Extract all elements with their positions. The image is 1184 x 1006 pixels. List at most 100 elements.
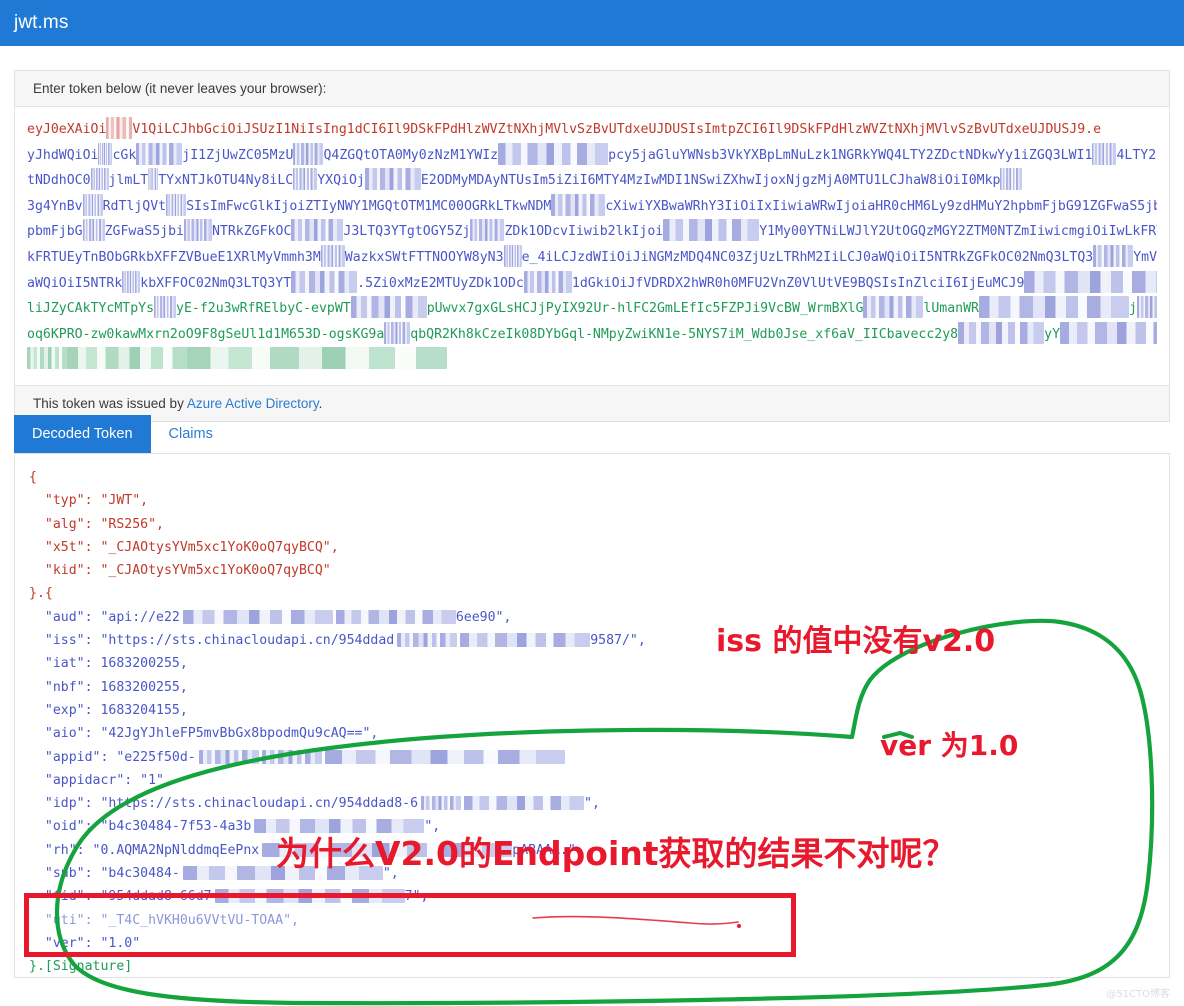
decoded-line-tail: ", bbox=[424, 819, 441, 835]
decoded-line-text: }.{ bbox=[29, 586, 53, 602]
token-fragment: oq6KPRO-zw0kawMxrn2oO9F8gSeUl1d1M653D-og… bbox=[27, 326, 385, 342]
redaction-block bbox=[335, 609, 456, 624]
decoded-line-text: "exp": 1683204155, bbox=[29, 702, 188, 718]
issuer-note-suffix: . bbox=[318, 395, 323, 411]
token-fragment: E2ODMyMDAyNTUsIm5iZiI6MTY4MzIwMDI1NSwiZX… bbox=[420, 173, 1001, 189]
token-fragment: kbXFFOC02NmQ3LTQ3YT bbox=[140, 275, 292, 291]
redaction-block bbox=[154, 296, 177, 319]
decoded-line: "iat": 1683200255, bbox=[29, 652, 1155, 675]
issuer-link[interactable]: Azure Active Directory bbox=[187, 396, 319, 411]
issuer-note-prefix: This token was issued by bbox=[33, 395, 187, 411]
redaction-block bbox=[1136, 296, 1157, 319]
redaction-block bbox=[182, 866, 383, 881]
decoded-line: "iss": "https://sts.chinacloudapi.cn/954… bbox=[29, 629, 1155, 652]
decoded-line-text: "appid": "e225f50d- bbox=[29, 749, 196, 765]
token-line: kFRTUEyTnBObGRkbXFFZVBueE1XRlMyVmmh3M Waz… bbox=[27, 244, 1157, 271]
decoded-line-text: "idp": "https://sts.chinacloudapi.cn/954… bbox=[29, 796, 419, 812]
redaction-block bbox=[498, 142, 609, 165]
token-fragment: WazkxSWtFTTNOOYW8yN3 bbox=[344, 249, 504, 265]
token-fragment: J3LTQ3YTgtOGY5Zj bbox=[343, 224, 471, 240]
decoded-line: "kid": "_CJAOtysYVm5xc1YoK0oQ7qyBCQ" bbox=[29, 559, 1155, 582]
token-fragment: Y1My00YTNiLWJlY2UtOGQzMGY2ZTM0NTZmIiwicm… bbox=[759, 224, 1157, 240]
decoded-line-text: "iss": "https://sts.chinacloudapi.cn/954… bbox=[29, 633, 395, 649]
decoded-line: }.[Signature] bbox=[29, 955, 1155, 977]
token-fragment: pUwvx7gxGLsHCJjPyIX92Ur-hlFC2GmLEfIc5FZP… bbox=[426, 301, 864, 317]
token-fragment: SIsImFwcGlkIjoiZTIyNWY1MGQtOTM1MC00OGRkL… bbox=[186, 198, 552, 214]
token-line: tNDdhOC0 jlmLT TYxNTJkOTU4Ny8iLC YXQiOj E2OD… bbox=[27, 168, 1157, 194]
token-fragment: NTRkZGFkOC bbox=[211, 224, 292, 240]
token-panel: Enter token below (it never leaves your … bbox=[14, 70, 1170, 422]
token-fragment: TYxNTJkOTU4Ny8iLC bbox=[158, 173, 294, 189]
tab-claims[interactable]: Claims bbox=[151, 415, 231, 453]
redaction-block bbox=[978, 296, 1129, 319]
decoded-line-text: "uti": "_T4C_hVKH0u6VVtVU-TOAA", bbox=[29, 912, 299, 928]
token-panel-header: Enter token below (it never leaves your … bbox=[15, 71, 1169, 107]
decoded-line: "sub": "b4c30484- ", bbox=[29, 862, 1155, 885]
decoded-line-text: "rh": "0.AQMA2NpNlddmqEePnx bbox=[29, 842, 260, 858]
redaction-block bbox=[262, 842, 513, 857]
token-fragment: eyJ0eXAiOi bbox=[27, 122, 107, 137]
token-fragment: ZGFwaS5jbi bbox=[104, 224, 184, 240]
decoded-line-tail: 7", bbox=[404, 889, 429, 905]
decoded-line: }.{ bbox=[29, 582, 1155, 605]
redaction-block bbox=[136, 142, 183, 165]
redaction-block bbox=[27, 347, 67, 370]
redaction-block bbox=[82, 193, 103, 216]
token-fragment: lUmanWR bbox=[923, 301, 979, 317]
token-fragment: cGk bbox=[112, 147, 137, 163]
redaction-block bbox=[98, 142, 113, 165]
redaction-block bbox=[291, 219, 344, 242]
redaction-block bbox=[148, 168, 159, 191]
redaction-block bbox=[523, 270, 572, 293]
decoded-line-text: "oid": "b4c30484-7f53-4a3b bbox=[29, 819, 252, 835]
redaction-block bbox=[1093, 244, 1134, 267]
token-fragment: YmVkMi1 bbox=[1133, 249, 1157, 265]
tab-claims-label: Claims bbox=[168, 426, 213, 442]
redaction-block bbox=[320, 244, 345, 267]
decoded-line-tail: 6ee90", bbox=[455, 609, 512, 625]
tab-decoded-token[interactable]: Decoded Token bbox=[14, 415, 151, 453]
redaction-block bbox=[183, 219, 212, 242]
decoded-line-text: "nbf": 1683200255, bbox=[29, 679, 188, 695]
token-fragment: e_4iLCJzdWIiOiJiNGMzMDQ4NC03ZjUzLTRhM2Ii… bbox=[521, 249, 1094, 265]
redaction-block bbox=[384, 321, 411, 344]
redaction-block bbox=[90, 168, 109, 191]
redaction-block bbox=[293, 168, 318, 191]
decoded-line-text: { bbox=[29, 470, 37, 485]
redaction-block bbox=[254, 819, 425, 834]
decoded-line: "idp": "https://sts.chinacloudapi.cn/954… bbox=[29, 792, 1155, 815]
redaction-block bbox=[82, 219, 105, 242]
decoded-token-content: { "typ": "JWT", "alg": "RS256", "x5t": "… bbox=[14, 453, 1170, 978]
decoded-line: "exp": 1683204155, bbox=[29, 699, 1155, 722]
token-line: yJhdWQiOi cGk jI1ZjUwZC05MzU Q4ZGQtOTA0My0z… bbox=[27, 142, 1157, 169]
token-fragment: liJZyCAkTYcMTpYs bbox=[27, 301, 155, 317]
redaction-block bbox=[350, 296, 427, 319]
decoded-line: "aud": "api://e22 6ee90", bbox=[29, 606, 1155, 629]
redaction-block bbox=[958, 321, 1045, 344]
token-fragment: YXQiOj bbox=[317, 173, 365, 189]
token-fragment: 4LTY2ZDc bbox=[1116, 147, 1157, 163]
redaction-block bbox=[261, 749, 322, 764]
redaction-block bbox=[182, 609, 333, 624]
decoded-line: { bbox=[29, 466, 1155, 489]
redaction-block bbox=[1000, 168, 1023, 191]
token-fragment: 1dGkiOiJfVDRDX2hWR0h0MFU2VnZ0VlUtVE9BQSI… bbox=[571, 275, 1025, 291]
token-input[interactable]: eyJ0eXAiOi V1QiLCJhbGciOiJSUzI1NiIsIng1dC… bbox=[15, 107, 1169, 385]
decoded-line-text: "iat": 1683200255, bbox=[29, 656, 188, 672]
decoded-line-tail: pABAAA.", bbox=[512, 842, 584, 858]
token-line: eyJ0eXAiOi V1QiLCJhbGciOiJSUzI1NiIsIng1dC… bbox=[27, 117, 1157, 143]
decoded-line-text: "alg": "RS256", bbox=[29, 516, 164, 532]
decoded-line-tail: ", bbox=[382, 866, 399, 882]
redaction-block bbox=[106, 117, 133, 139]
decoded-line-tail: 9587/", bbox=[590, 633, 646, 649]
decoded-line-text: }.[Signature] bbox=[29, 959, 133, 975]
redaction-block bbox=[214, 889, 405, 904]
decoded-line-text: "kid": "_CJAOtysYVm5xc1YoK0oQ7qyBCQ" bbox=[29, 563, 331, 579]
redaction-block bbox=[464, 796, 585, 811]
token-line: 3g4YnBv RdTljQVt SIsImFwcGlkIjoiZTIyNWY1MG… bbox=[27, 193, 1157, 220]
token-fragment: aWQiOiI5NTRk bbox=[27, 275, 123, 291]
redaction-block bbox=[122, 270, 141, 293]
decoded-line-text: "typ": "JWT", bbox=[29, 493, 149, 509]
decoded-line: "aio": "42JgYJhleFP5mvBbGx8bpodmQu9cAQ==… bbox=[29, 722, 1155, 745]
redaction-block bbox=[663, 219, 760, 242]
